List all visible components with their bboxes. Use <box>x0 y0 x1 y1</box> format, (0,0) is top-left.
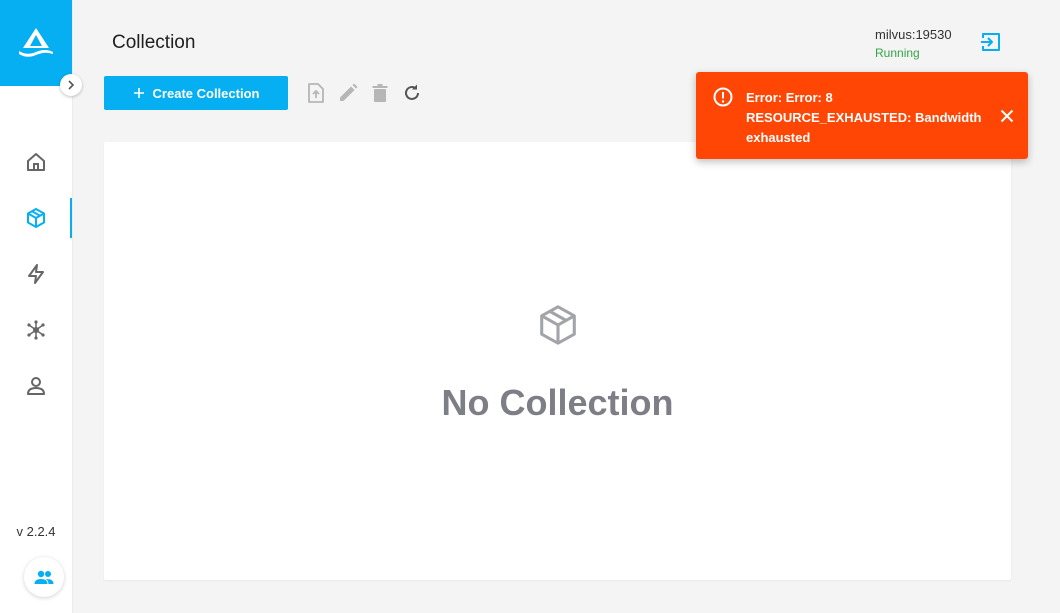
chevron-right-icon <box>68 80 75 90</box>
create-collection-label: Create Collection <box>152 85 260 101</box>
team-button[interactable] <box>24 557 64 597</box>
sidebar: v 2.2.4 <box>0 0 82 613</box>
refresh-button[interactable] <box>401 82 423 104</box>
empty-state-text: No Collection <box>441 382 674 423</box>
sidebar-item-home[interactable] <box>0 142 72 182</box>
empty-state-icon-wrap <box>535 302 581 348</box>
error-circle-icon <box>713 87 733 107</box>
page-title: Collection <box>112 32 196 53</box>
collection-list-panel: No Collection <box>104 142 1011 580</box>
server-address: milvus:19530 <box>875 27 952 42</box>
sidebar-collapse-button[interactable] <box>60 74 82 96</box>
logout-icon <box>981 33 1000 51</box>
sidebar-item-collection[interactable] <box>0 198 72 238</box>
system-network-icon <box>27 320 45 340</box>
user-icon <box>27 377 45 395</box>
cube-icon <box>540 305 576 345</box>
refresh-icon <box>405 84 419 100</box>
edit-icon <box>340 83 358 101</box>
milvus-logo-icon <box>19 28 53 57</box>
edit-button[interactable] <box>337 82 359 104</box>
toast-close-button[interactable] <box>997 106 1017 126</box>
plus-icon <box>133 88 144 98</box>
version-label: v 2.2.4 <box>16 524 56 539</box>
sidebar-item-system[interactable] <box>0 310 72 350</box>
delete-icon <box>372 84 388 102</box>
close-icon <box>1000 109 1014 123</box>
delete-button[interactable] <box>369 82 391 104</box>
people-icon <box>34 570 54 584</box>
error-toast: Error: Error: 8 RESOURCE_EXHAUSTED: Band… <box>696 72 1028 159</box>
import-icon <box>308 83 324 103</box>
home-icon <box>27 153 45 171</box>
import-button[interactable] <box>305 82 327 104</box>
error-message: Error: Error: 8 RESOURCE_EXHAUSTED: Band… <box>746 90 982 145</box>
collection-cube-icon <box>27 208 45 228</box>
error-icon-wrap <box>712 86 734 108</box>
sidebar-item-users[interactable] <box>0 366 72 406</box>
logo[interactable] <box>0 0 72 86</box>
lightning-icon <box>28 264 44 284</box>
server-status: Running <box>875 46 920 60</box>
sidebar-item-search[interactable] <box>0 254 72 294</box>
create-collection-button[interactable]: Create Collection <box>104 76 288 110</box>
logout-button[interactable] <box>979 30 1003 54</box>
